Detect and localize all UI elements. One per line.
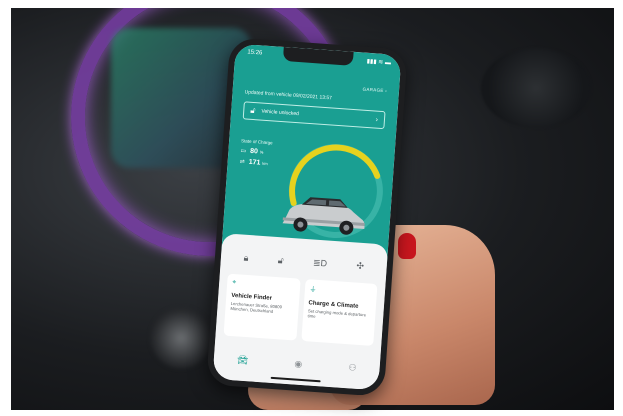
- tab-profile-icon[interactable]: ⚇: [348, 362, 357, 374]
- header-panel: 15:26 ▮▮▮ ≋ ▬ GARAGE › Updated from vehi…: [221, 43, 402, 265]
- headlights-action[interactable]: ≣D: [313, 257, 328, 269]
- smartphone: 15:26 ▮▮▮ ≋ ▬ GARAGE › Updated from vehi…: [206, 37, 408, 397]
- charge-percent: 80: [249, 147, 259, 156]
- tab-bar: 🚘︎ ◉ ⚇: [213, 349, 380, 379]
- range-value: 171: [248, 158, 261, 167]
- control-knob: [151, 308, 211, 368]
- charge-percent-row: ▭ 80 %: [240, 147, 263, 156]
- range-row: ⇌ 171 km: [239, 158, 267, 167]
- plug-icon: ⏚: [309, 286, 317, 294]
- lock-action[interactable]: 🔒︎: [243, 252, 248, 263]
- unlock-action[interactable]: 🔓︎: [277, 255, 285, 266]
- range-unit: km: [262, 160, 268, 167]
- charge-title: State of Charge: [240, 138, 273, 146]
- air-vent: [481, 48, 591, 128]
- quick-actions: 🔒︎ 🔓︎ ≣D ✣: [228, 246, 379, 278]
- garage-link[interactable]: GARAGE ›: [362, 87, 387, 94]
- unlock-icon: 🔓︎: [249, 105, 256, 116]
- vehicle-lock-button[interactable]: 🔓︎ Vehicle unlocked ›: [242, 101, 386, 130]
- range-icon: ⇌: [239, 159, 245, 166]
- app-screen: 15:26 ▮▮▮ ≋ ▬ GARAGE › Updated from vehi…: [212, 43, 402, 391]
- status-icons: ▮▮▮ ≋ ▬: [366, 58, 392, 67]
- vehicle-finder-card[interactable]: ⌖ Vehicle Finder Lerchenauer Straße, 808…: [223, 273, 301, 341]
- ventilation-action[interactable]: ✣: [356, 260, 364, 271]
- updated-text: Updated from vehicle 09/02/2021 13:57: [244, 89, 333, 102]
- feature-cards: ⌖ Vehicle Finder Lerchenauer Straße, 808…: [223, 273, 378, 346]
- charge-percent-unit: %: [259, 149, 264, 155]
- home-indicator: [270, 376, 321, 383]
- vehicle-finder-address: Lerchenauer Straße, 80809 München, Deuts…: [230, 300, 283, 315]
- charge-climate-card[interactable]: ⏚ Charge & Climate Set charging mode & d…: [300, 279, 378, 346]
- lock-status-label: Vehicle unlocked: [261, 108, 300, 118]
- status-time: 15:26: [247, 49, 263, 57]
- content-area: 🔒︎ 🔓︎ ≣D ✣ ⌖ Vehicle Finder Lerchenauer …: [212, 233, 389, 391]
- charge-climate-subtitle: Set charging mode & departure time: [307, 308, 367, 320]
- battery-icon: ▭: [240, 148, 247, 155]
- tab-map-icon[interactable]: ◉: [294, 358, 303, 370]
- car-image: [282, 197, 365, 235]
- location-icon: ⌖: [232, 278, 237, 287]
- fingernail: [398, 233, 416, 259]
- tab-vehicle-icon[interactable]: 🚘︎: [237, 354, 249, 366]
- chevron-right-icon: ›: [375, 116, 379, 124]
